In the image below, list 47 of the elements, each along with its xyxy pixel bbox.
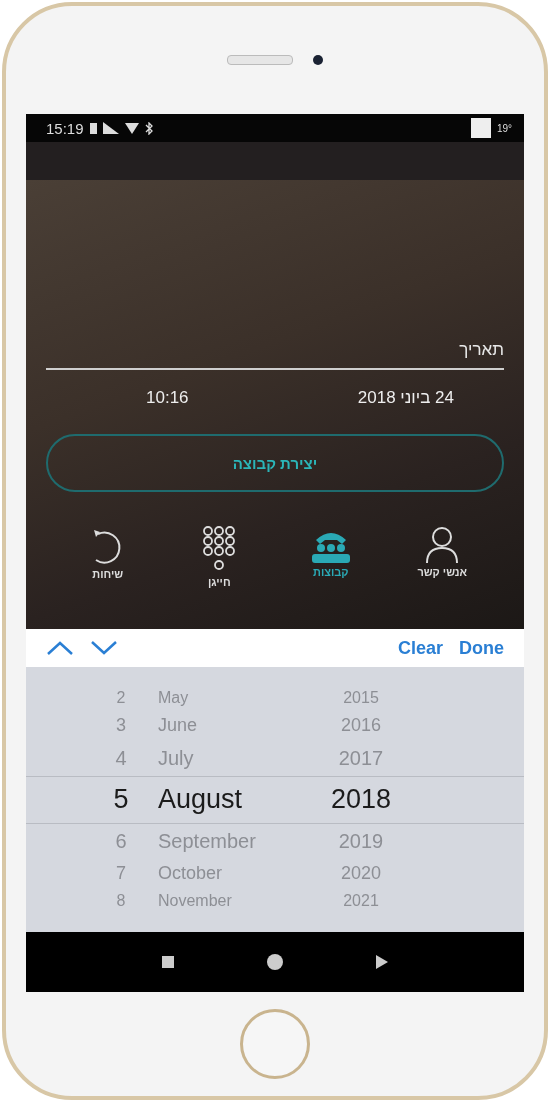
battery-icon xyxy=(89,122,97,134)
chevron-up-icon[interactable] xyxy=(46,640,74,656)
wifi-icon xyxy=(124,122,139,134)
picker-year[interactable]: 2020 xyxy=(306,863,416,884)
square-icon[interactable] xyxy=(162,956,175,968)
triangle-icon[interactable] xyxy=(375,955,388,969)
picker-month[interactable]: June xyxy=(146,715,306,736)
picker-month[interactable]: October xyxy=(146,863,306,884)
date-picker[interactable]: 2 May 2015 3 June 2016 4 July 2017 5 August 2018 6 September 2019 7 October 2020 8 November 2021 xyxy=(26,667,524,932)
picker-day[interactable]: 7 xyxy=(96,863,146,884)
notification-square-icon xyxy=(470,118,491,138)
signal-icon xyxy=(102,122,119,134)
picker-day[interactable]: 6 xyxy=(96,829,146,853)
chevron-down-icon[interactable] xyxy=(90,640,118,656)
picker-year[interactable]: 2016 xyxy=(306,715,416,736)
picker-year[interactable]: 2021 xyxy=(306,892,416,910)
done-button[interactable]: Done xyxy=(459,637,504,659)
bluetooth-icon xyxy=(144,121,153,135)
status-temperature: 19° xyxy=(496,122,512,134)
time-value[interactable]: 10:16 xyxy=(146,388,189,408)
circle-icon[interactable] xyxy=(267,954,283,970)
picker-year[interactable]: 2017 xyxy=(306,746,416,770)
picker-year[interactable]: 2018 xyxy=(306,784,416,815)
date-value[interactable]: 24 ביוני 2018 xyxy=(357,388,454,408)
picker-day[interactable]: 8 xyxy=(96,892,146,910)
status-time: 15:19 xyxy=(46,119,84,137)
picker-month[interactable]: September xyxy=(146,829,306,853)
picker-day[interactable]: 5 xyxy=(96,784,146,815)
tab[interactable]: קבוצות xyxy=(275,526,387,588)
speaker-grille xyxy=(227,55,293,65)
camera-lens xyxy=(313,55,323,65)
tab[interactable]: שיחות xyxy=(52,526,164,588)
picker-year[interactable]: 2015 xyxy=(306,689,416,707)
person-icon xyxy=(424,526,461,564)
clear-button[interactable]: Clear xyxy=(397,637,443,659)
tab[interactable]: חייגן xyxy=(163,526,275,588)
date-label: תאריך xyxy=(459,340,504,360)
tab[interactable]: אנשי קשר xyxy=(386,526,498,588)
picker-month[interactable]: May xyxy=(146,689,306,707)
create-group-button[interactable]: יצירת קבוצה xyxy=(46,434,504,492)
picker-day[interactable]: 4 xyxy=(96,746,146,770)
picker-month[interactable]: November xyxy=(146,892,306,910)
picker-day[interactable]: 2 xyxy=(96,689,146,707)
picker-day[interactable]: 3 xyxy=(96,715,146,736)
picker-year[interactable]: 2019 xyxy=(306,829,416,853)
picker-month[interactable]: July xyxy=(146,746,306,770)
picker-month[interactable]: August xyxy=(146,784,306,815)
